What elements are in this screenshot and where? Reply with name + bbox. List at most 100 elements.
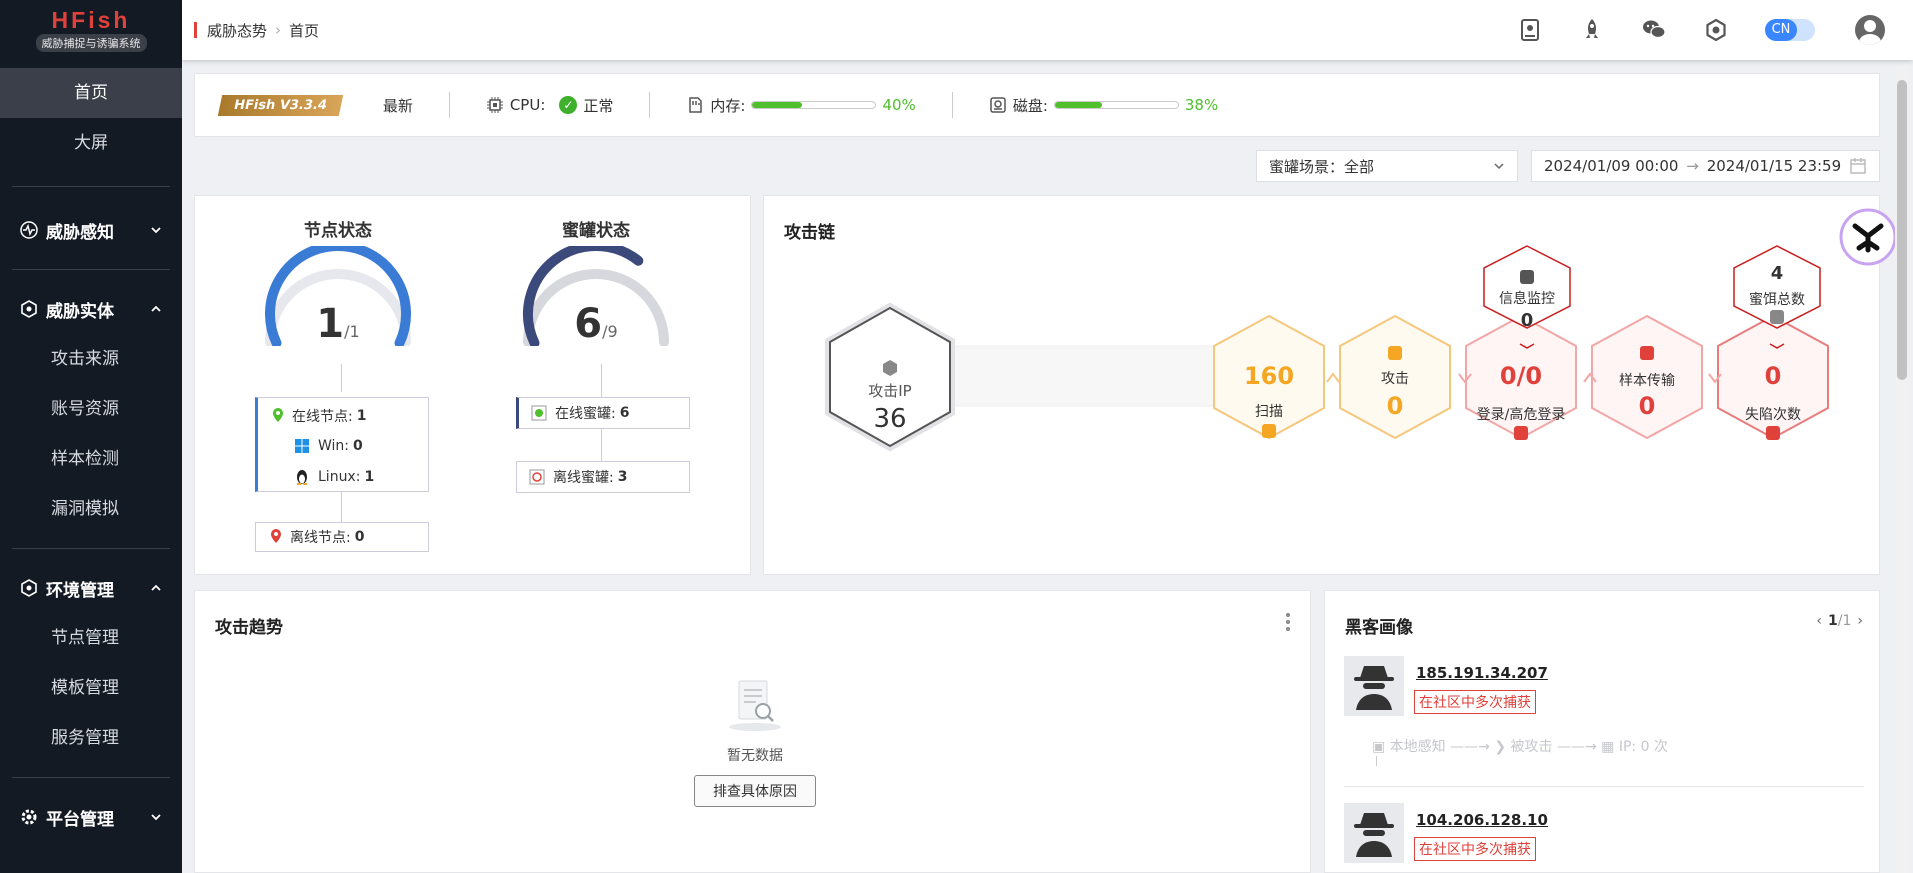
wechat-icon[interactable] bbox=[1641, 17, 1667, 43]
topbar: 威胁态势 › 首页 CN bbox=[182, 0, 1913, 60]
flow-attacked-label: 被攻击 bbox=[1510, 739, 1553, 755]
breadcrumb-parent[interactable]: 威胁态势 bbox=[207, 20, 267, 41]
flow-ip-icon: ▦ bbox=[1601, 739, 1615, 755]
arrow-up-icon bbox=[1326, 372, 1340, 383]
nav-group-label: 威胁感知 bbox=[46, 222, 114, 243]
login-count[interactable]: 0/0 bbox=[1466, 362, 1576, 390]
scene-select[interactable]: 蜜罐场景：全部 bbox=[1256, 150, 1518, 182]
disk-progress bbox=[1053, 101, 1179, 109]
sidebar: HFish 威胁捕捉与诱骗系统 首页 大屏 威胁感知 威胁实体 攻击来源 账号资… bbox=[0, 0, 182, 873]
connector bbox=[341, 492, 342, 522]
honeypot-gauge-value: 6/9 bbox=[516, 301, 676, 347]
nav-group-platform-management[interactable]: 平台管理 bbox=[0, 792, 182, 842]
trap-count[interactable]: 0 bbox=[1718, 362, 1828, 390]
chain-connector bbox=[954, 345, 1215, 407]
hacker-ip[interactable]: 104.206.128.10 bbox=[1416, 811, 1548, 829]
honeypot-total: /9 bbox=[602, 322, 618, 341]
hacker-icon bbox=[1354, 666, 1394, 710]
memory-percent: 40% bbox=[882, 96, 916, 114]
troubleshoot-button[interactable]: 排查具体原因 bbox=[694, 775, 816, 807]
date-range-picker[interactable]: 2024/01/09 00:00 → 2024/01/15 23:59 bbox=[1531, 150, 1880, 182]
nav-node-management[interactable]: 节点管理 bbox=[0, 613, 182, 663]
chevron-up-icon bbox=[151, 305, 161, 312]
calendar-icon bbox=[1850, 158, 1866, 174]
hexagon-icon bbox=[21, 300, 37, 318]
language-toggle[interactable]: CN bbox=[1765, 19, 1815, 41]
attack-label: 攻击 bbox=[1381, 371, 1409, 387]
nav-service-management[interactable]: 服务管理 bbox=[0, 713, 182, 763]
nav-divider bbox=[12, 548, 170, 549]
scrollbar-thumb[interactable] bbox=[1897, 80, 1907, 380]
offline-node-label: 离线节点: bbox=[290, 530, 351, 546]
honeypot-icon bbox=[529, 469, 545, 485]
honeypot-online-box: 在线蜜罐: 6 bbox=[516, 397, 690, 429]
nav-account-resource[interactable]: 账号资源 bbox=[0, 384, 182, 434]
attack-trend-title: 攻击趋势 bbox=[215, 618, 283, 638]
breadcrumb-marker bbox=[194, 22, 197, 38]
hacker-tag: 在社区中多次捕获 bbox=[1414, 690, 1536, 714]
hacker-tag: 在社区中多次捕获 bbox=[1414, 837, 1536, 861]
node-online-count: 1 bbox=[316, 301, 345, 347]
breadcrumb-separator: › bbox=[275, 21, 282, 39]
trap-icon bbox=[1766, 426, 1780, 440]
nav-sample-detection[interactable]: 样本检测 bbox=[0, 434, 182, 484]
node-online-box: 在线节点: 1 Win: 0 Linux: 1 bbox=[255, 397, 429, 492]
windows-icon bbox=[295, 439, 309, 453]
hexagon-settings-icon[interactable] bbox=[1703, 17, 1729, 43]
nav-template-management[interactable]: 模板管理 bbox=[0, 663, 182, 713]
empty-state: 暂无数据 排查具体原因 bbox=[675, 677, 835, 807]
nav-home[interactable]: 首页 bbox=[0, 68, 182, 118]
attack-ip-count: 36 bbox=[873, 404, 907, 434]
nav-divider bbox=[12, 186, 170, 187]
scan-label: 扫描 bbox=[1255, 404, 1283, 420]
system-status-bar: HFish V3.3.4 最新 CPU: ✓ 正常 内存: 40% 磁盘: 38… bbox=[194, 73, 1880, 137]
assistant-float-icon[interactable] bbox=[1839, 208, 1897, 266]
offline-honeypot-count: 3 bbox=[617, 469, 628, 485]
flow-arrow: ——→ bbox=[1556, 739, 1602, 755]
linux-count: 1 bbox=[364, 469, 375, 485]
login-icon bbox=[1514, 426, 1528, 440]
rocket-icon[interactable] bbox=[1579, 17, 1605, 43]
hacker-ip[interactable]: 185.191.34.207 bbox=[1416, 664, 1548, 682]
scan-count[interactable]: 160 bbox=[1214, 362, 1324, 390]
nav-group-threat-perception[interactable]: 威胁感知 bbox=[0, 205, 182, 255]
disk-label: 磁盘: bbox=[1012, 96, 1048, 115]
connector bbox=[1376, 756, 1377, 766]
bait-count[interactable]: 4 bbox=[1727, 263, 1827, 284]
connector bbox=[601, 429, 602, 461]
divider bbox=[649, 92, 651, 118]
page-scrollbar[interactable] bbox=[1895, 66, 1909, 873]
sample-count[interactable]: 0 bbox=[1592, 392, 1702, 420]
monitor-count[interactable]: 0 bbox=[1477, 310, 1577, 331]
next-page-icon[interactable]: › bbox=[1857, 613, 1863, 629]
monitor-icon bbox=[1520, 270, 1534, 284]
user-avatar[interactable] bbox=[1855, 15, 1885, 45]
cpu-icon bbox=[486, 97, 503, 113]
disk-progress-fill bbox=[1054, 102, 1102, 108]
offline-node-count: 0 bbox=[354, 529, 365, 545]
logo: HFish 威胁捕捉与诱骗系统 bbox=[0, 0, 182, 58]
nav-group-threat-entity[interactable]: 威胁实体 bbox=[0, 284, 182, 334]
linux-icon bbox=[297, 470, 307, 485]
nav-group-env-management[interactable]: 环境管理 bbox=[0, 563, 182, 613]
chevron-down-icon bbox=[151, 814, 161, 821]
check-icon: ✓ bbox=[559, 96, 578, 114]
more-options-icon[interactable] bbox=[1286, 613, 1290, 631]
divider bbox=[951, 92, 953, 118]
connector bbox=[601, 364, 602, 398]
nav-vuln-simulation[interactable]: 漏洞模拟 bbox=[0, 484, 182, 534]
pulse-icon bbox=[20, 221, 38, 239]
nav-attack-source[interactable]: 攻击来源 bbox=[0, 334, 182, 384]
linux-label: Linux: bbox=[318, 469, 361, 485]
win-count: 0 bbox=[353, 438, 363, 454]
topbar-actions: CN bbox=[1481, 0, 1913, 60]
hacker-profile-card: 黑客画像 ‹ 1 /1 › bbox=[1324, 590, 1880, 873]
current-page: 1 bbox=[1828, 613, 1838, 629]
attack-icon bbox=[1388, 346, 1402, 360]
win-label: Win: bbox=[318, 438, 350, 454]
attack-count[interactable]: 0 bbox=[1340, 392, 1450, 420]
map-pin-icon bbox=[271, 529, 281, 543]
prev-page-icon[interactable]: ‹ bbox=[1816, 613, 1822, 629]
document-icon[interactable] bbox=[1517, 17, 1543, 43]
nav-screen[interactable]: 大屏 bbox=[0, 118, 182, 168]
